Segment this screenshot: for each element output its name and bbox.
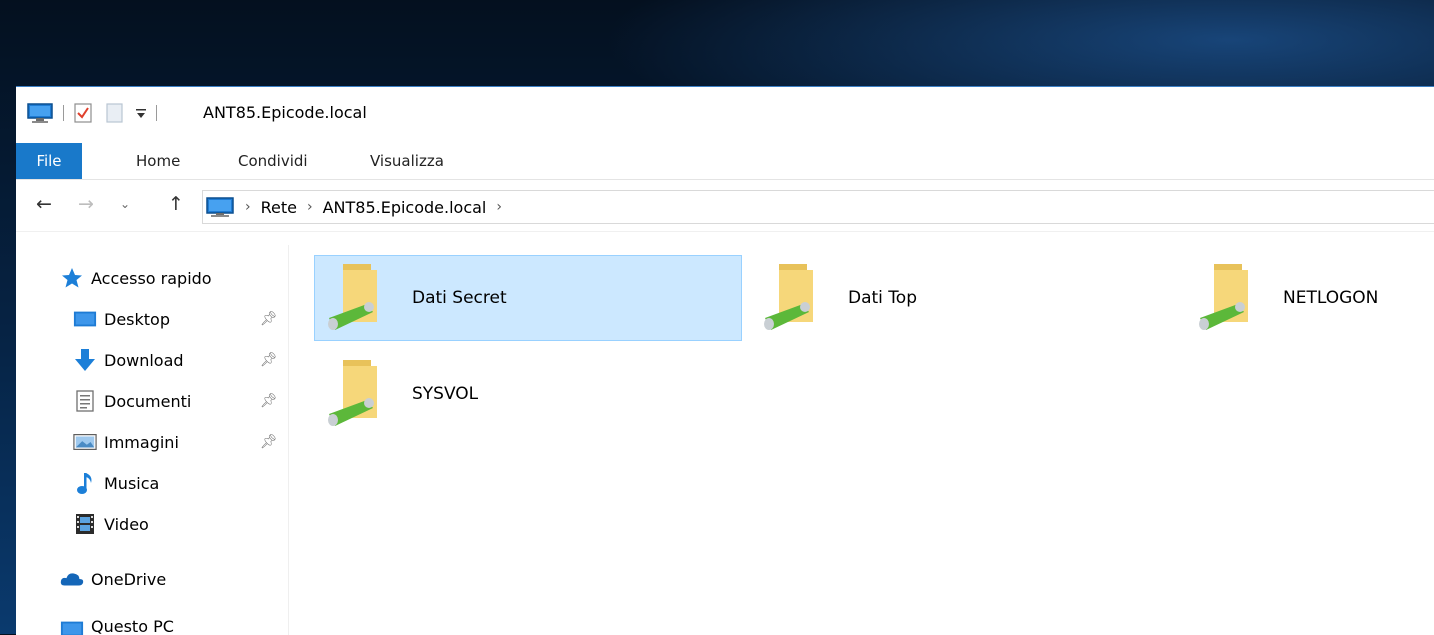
pin-icon[interactable]: 📌︎ — [260, 393, 278, 409]
sidebar-item-label: Video — [104, 514, 149, 534]
shared-folder-icon — [1199, 264, 1248, 330]
share-item[interactable]: NETLOGON — [1185, 255, 1434, 341]
ribbon-tabs: File Home Condividi Visualizza — [16, 143, 1434, 180]
network-computer-icon — [206, 197, 234, 217]
share-label: Dati Top — [848, 288, 917, 308]
pin-icon[interactable]: 📌︎ — [260, 434, 278, 450]
sidebar-item-label: Musica — [104, 473, 160, 493]
toolbar-separator — [63, 105, 64, 121]
file-explorer-window: ANT85.Epicode.local File Home Condividi … — [16, 86, 1434, 635]
music-note-icon — [73, 471, 97, 495]
sidebar-item-label: Immagini — [104, 432, 179, 452]
download-arrow-icon — [73, 348, 97, 372]
navigation-bar: ← → ⌄ ↑ › Rete › ANT85.Epicode.local › — [16, 181, 1434, 232]
customize-toolbar-dropdown-icon[interactable] — [135, 106, 147, 120]
pictures-icon — [73, 430, 97, 454]
document-icon — [73, 389, 97, 413]
properties-checkmark-icon[interactable] — [73, 102, 93, 124]
forward-arrow-icon[interactable]: → — [78, 193, 94, 215]
title-bar: ANT85.Epicode.local — [16, 87, 1434, 139]
recent-locations-chevron-icon[interactable]: ⌄ — [120, 197, 130, 211]
sidebar-item-quick-access[interactable]: Accesso rapido — [60, 261, 212, 295]
sidebar-item-label: Questo PC — [91, 617, 174, 635]
sidebar-item-label: OneDrive — [91, 569, 167, 589]
up-arrow-icon[interactable]: ↑ — [168, 193, 184, 215]
sidebar-item-musica[interactable]: Musica — [73, 466, 159, 500]
sidebar-item-label: Accesso rapido — [91, 268, 212, 288]
share-item[interactable]: Dati Secret — [314, 255, 742, 341]
window-title: ANT85.Epicode.local — [203, 103, 367, 122]
sidebar-item-immagini[interactable]: Immagini — [73, 425, 179, 459]
pin-icon[interactable]: 📌︎ — [260, 311, 278, 327]
desktop-icon — [73, 307, 97, 331]
new-folder-icon[interactable] — [105, 102, 125, 124]
star-icon — [60, 266, 84, 290]
breadcrumb-chevron-icon[interactable]: › — [496, 199, 502, 215]
computer-icon — [60, 617, 84, 635]
sidebar-item-video[interactable]: Video — [73, 507, 149, 541]
shared-folder-icon — [328, 360, 377, 426]
sidebar-item-label: Desktop — [104, 309, 170, 329]
shared-folder-icon — [328, 264, 377, 330]
sidebar-item-label: Download — [104, 350, 184, 370]
sidebar-item-label: Documenti — [104, 391, 192, 411]
sidebar-item-download[interactable]: Download — [73, 343, 184, 377]
breadcrumb-rete[interactable]: Rete — [261, 198, 297, 217]
share-item[interactable]: Dati Top — [750, 255, 1178, 341]
sidebar-item-this-pc[interactable]: Questo PC — [60, 605, 174, 635]
tab-home[interactable]: Home — [120, 143, 196, 179]
breadcrumb-chevron-icon[interactable]: › — [245, 199, 251, 215]
share-label: NETLOGON — [1283, 288, 1379, 308]
video-icon — [73, 512, 97, 536]
toolbar-separator — [156, 105, 157, 121]
navigation-pane: Accesso rapido Desktop 📌︎ Download 📌︎ Do… — [16, 245, 289, 635]
tab-file[interactable]: File — [16, 143, 82, 179]
sidebar-item-documenti[interactable]: Documenti — [73, 384, 191, 418]
shared-folder-icon — [764, 264, 813, 330]
breadcrumb-chevron-icon[interactable]: › — [307, 199, 313, 215]
back-arrow-icon[interactable]: ← — [36, 193, 52, 215]
sidebar-item-onedrive[interactable]: OneDrive — [60, 562, 166, 596]
sidebar-item-desktop[interactable]: Desktop — [73, 302, 170, 336]
breadcrumb-host[interactable]: ANT85.Epicode.local — [323, 198, 487, 217]
share-item[interactable]: SYSVOL — [314, 351, 742, 437]
file-list: Dati Secret Dati Top NETLOGON SYSVOL — [289, 245, 1434, 635]
onedrive-cloud-icon — [60, 567, 84, 591]
share-label: Dati Secret — [412, 288, 507, 308]
computer-icon[interactable] — [26, 102, 54, 124]
share-label: SYSVOL — [412, 384, 479, 404]
pin-icon[interactable]: 📌︎ — [260, 352, 278, 368]
tab-condividi[interactable]: Condividi — [222, 143, 324, 179]
tab-visualizza[interactable]: Visualizza — [354, 143, 460, 179]
quick-access-toolbar — [26, 101, 166, 125]
address-bar[interactable]: › Rete › ANT85.Epicode.local › — [202, 190, 1434, 224]
